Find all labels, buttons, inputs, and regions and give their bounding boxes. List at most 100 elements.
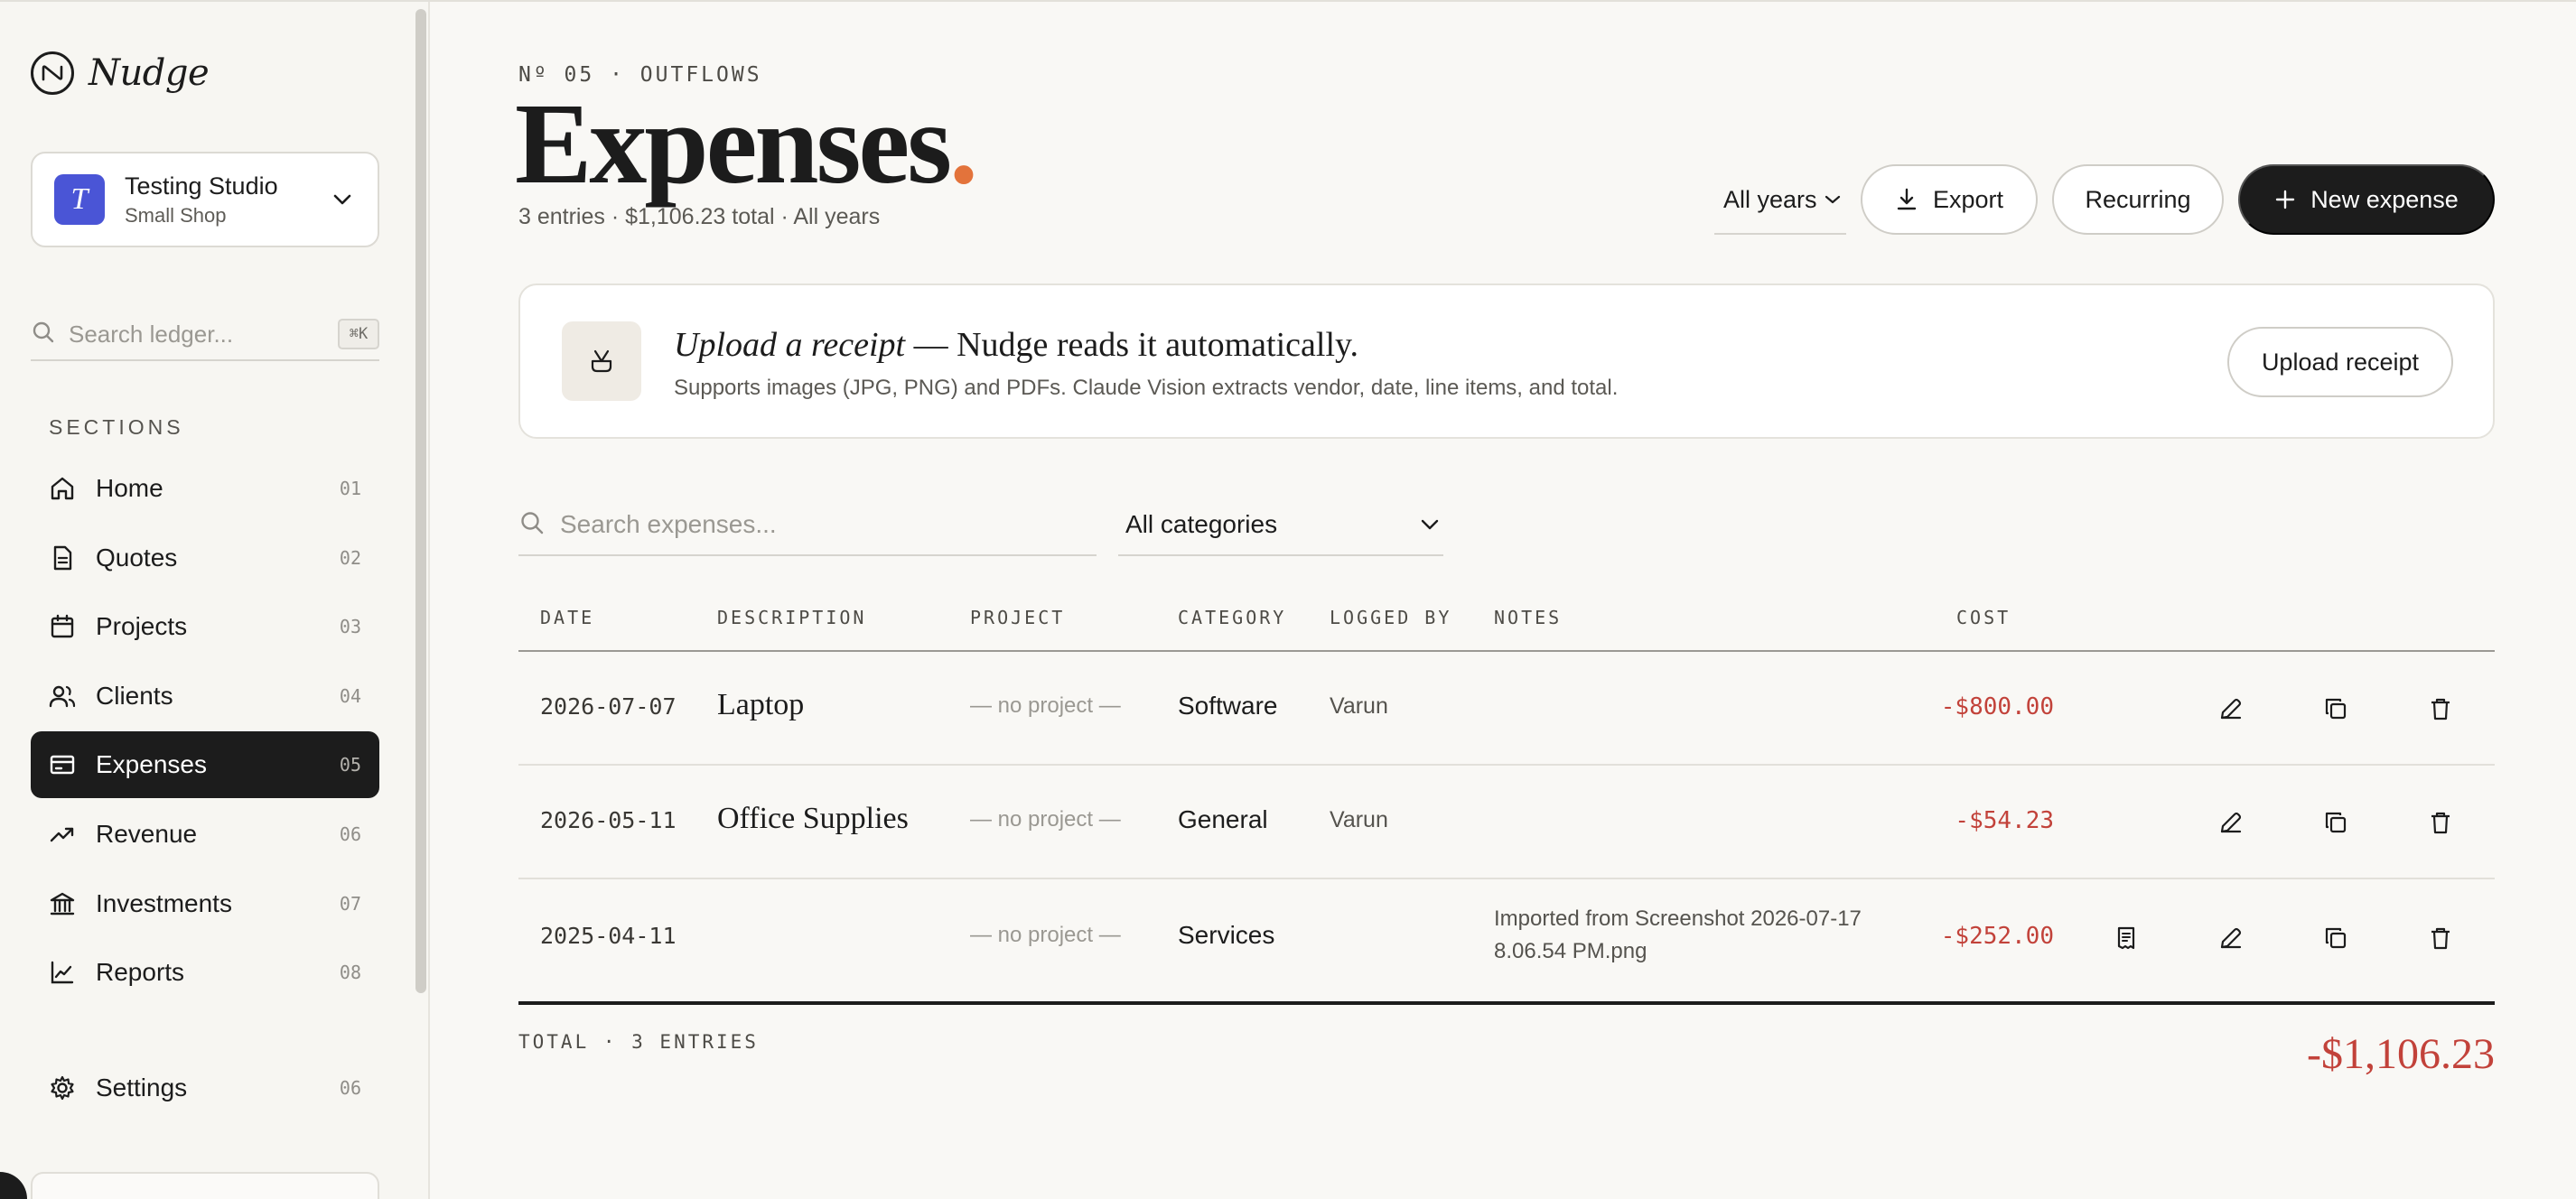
column-header-date[interactable]: DATE (540, 607, 594, 628)
table-row[interactable]: 2026-07-07 Laptop — no project — Softwar… (518, 652, 2495, 766)
year-filter-value: All years (1723, 185, 1817, 213)
line-chart-icon (47, 957, 78, 988)
main-content: Nº 05 · OUTFLOWS Expenses. 3 entries · $… (515, 0, 2495, 1199)
workspace-name: Testing Studio (125, 172, 278, 200)
sidebar-account-card[interactable] (31, 1172, 379, 1199)
receipt-scan-icon (562, 321, 641, 401)
gear-icon (47, 1073, 78, 1103)
new-expense-button[interactable]: New expense (2238, 164, 2495, 235)
row-cost: -$252.00 (1940, 923, 2054, 950)
calendar-icon (47, 611, 78, 642)
sidebar-item-number: 01 (339, 478, 361, 499)
download-icon (1895, 187, 1918, 212)
table-row[interactable]: 2025-04-11 — no project — Services Impor… (518, 879, 2495, 997)
trash-icon[interactable] (2421, 918, 2460, 958)
recurring-label: Recurring (2085, 185, 2191, 213)
page-subtitle: 3 entries · $1,106.23 total · All years (518, 204, 881, 229)
bank-icon (47, 888, 78, 919)
duplicate-icon[interactable] (2316, 689, 2356, 729)
sidebar-scrollbar[interactable] (415, 9, 426, 993)
upload-headline-emphasis: Upload a receipt (674, 326, 906, 364)
page-title-text: Expenses (515, 79, 952, 208)
upload-receipt-button[interactable]: Upload receipt (2227, 327, 2453, 397)
sidebar-item-investments[interactable]: Investments 07 (31, 870, 379, 937)
export-button[interactable]: Export (1861, 164, 2038, 235)
users-icon (47, 681, 78, 711)
category-filter-select[interactable]: All categories (1118, 495, 1443, 556)
row-date: 2026-05-11 (540, 807, 677, 833)
row-description: Office Supplies (717, 802, 909, 835)
sidebar-item-home[interactable]: Home 01 (31, 455, 379, 522)
total-label: TOTAL · 3 ENTRIES (518, 1031, 759, 1053)
search-shortcut-badge: ⌘K (338, 319, 379, 349)
export-label: Export (1932, 185, 2004, 213)
sidebar: Nudge T Testing Studio Small Shop ⌘K SEC… (0, 2, 430, 1199)
sidebar-item-expenses[interactable]: Expenses 05 (31, 731, 379, 799)
expense-search-input[interactable] (560, 510, 1084, 539)
new-expense-label: New expense (2310, 185, 2459, 213)
search-icon (518, 509, 546, 541)
year-filter-select[interactable]: All years (1714, 166, 1846, 235)
trash-icon[interactable] (2421, 803, 2460, 842)
edit-icon[interactable] (2211, 918, 2251, 958)
sidebar-item-label: Revenue (96, 819, 198, 848)
brand-name: Nudge (89, 52, 210, 94)
column-header-cost[interactable]: COST (1956, 607, 2011, 628)
sidebar-item-number: 08 (339, 962, 361, 984)
row-project: — no project — (970, 807, 1121, 832)
sidebar-item-quotes[interactable]: Quotes 02 (31, 525, 379, 591)
brand[interactable]: Nudge (31, 51, 210, 96)
sidebar-search: ⌘K (31, 309, 379, 361)
row-category: Software (1178, 692, 1278, 720)
column-header-description[interactable]: DESCRIPTION (717, 607, 866, 628)
sidebar-item-projects[interactable]: Projects 03 (31, 593, 379, 660)
sidebar-item-label: Quotes (96, 543, 178, 572)
sidebar-search-input[interactable] (69, 320, 331, 349)
sidebar-item-clients[interactable]: Clients 04 (31, 663, 379, 730)
duplicate-icon[interactable] (2316, 803, 2356, 842)
chevron-down-icon (1825, 194, 1841, 205)
chevron-down-icon (329, 186, 356, 213)
workspace-avatar: T (54, 174, 105, 225)
sidebar-item-label: Home (96, 474, 163, 502)
upload-receipt-card: Upload a receipt — Nudge reads it automa… (518, 283, 2495, 439)
row-project: — no project — (970, 923, 1121, 947)
duplicate-icon[interactable] (2316, 918, 2356, 958)
row-date: 2025-04-11 (540, 923, 677, 949)
total-value: -$1,106.23 (2307, 1030, 2495, 1078)
app-root: Nudge T Testing Studio Small Shop ⌘K SEC… (0, 0, 2576, 1199)
sidebar-item-revenue[interactable]: Revenue 06 (31, 801, 379, 868)
workspace-switcher[interactable]: T Testing Studio Small Shop (31, 152, 379, 247)
column-header-notes[interactable]: NOTES (1494, 607, 1562, 628)
table-row[interactable]: 2026-05-11 Office Supplies — no project … (518, 766, 2495, 879)
column-header-category[interactable]: CATEGORY (1178, 607, 1286, 628)
title-accent-dot: . (949, 79, 978, 208)
trash-icon[interactable] (2421, 689, 2460, 729)
row-logged-by: Varun (1330, 693, 1388, 719)
row-notes: Imported from Screenshot 2026-07-17 8.06… (1494, 906, 1862, 963)
sidebar-item-number: 05 (339, 754, 361, 776)
category-filter-value: All categories (1125, 510, 1278, 538)
table-header: DATE DESCRIPTION PROJECT CATEGORY LOGGED… (518, 600, 2495, 652)
sidebar-item-label: Projects (96, 612, 188, 641)
sidebar-item-reports[interactable]: Reports 08 (31, 939, 379, 1006)
workspace-plan: Small Shop (125, 203, 227, 227)
edit-icon[interactable] (2211, 689, 2251, 729)
recurring-button[interactable]: Recurring (2052, 164, 2224, 235)
row-cost: -$800.00 (1940, 693, 2054, 720)
row-cost: -$54.23 (1955, 807, 2054, 834)
sidebar-item-label: Clients (96, 681, 173, 710)
edit-icon[interactable] (2211, 803, 2251, 842)
upload-description: Supports images (JPG, PNG) and PDFs. Cla… (674, 376, 1619, 400)
sidebar-item-number: 06 (339, 1077, 361, 1099)
column-header-project[interactable]: PROJECT (970, 607, 1065, 628)
trending-up-icon (47, 819, 78, 850)
sidebar-item-number: 06 (339, 823, 361, 845)
row-category: General (1178, 805, 1268, 833)
sidebar-nav: Home 01 Quotes 02 Projects 03 Clients 04… (31, 455, 379, 1008)
row-logged-by: Varun (1330, 807, 1388, 832)
sidebar-item-settings[interactable]: Settings 06 (31, 1055, 379, 1121)
document-icon (47, 543, 78, 573)
column-header-logged-by[interactable]: LOGGED BY (1330, 607, 1451, 628)
receipt-icon[interactable] (2106, 918, 2146, 958)
